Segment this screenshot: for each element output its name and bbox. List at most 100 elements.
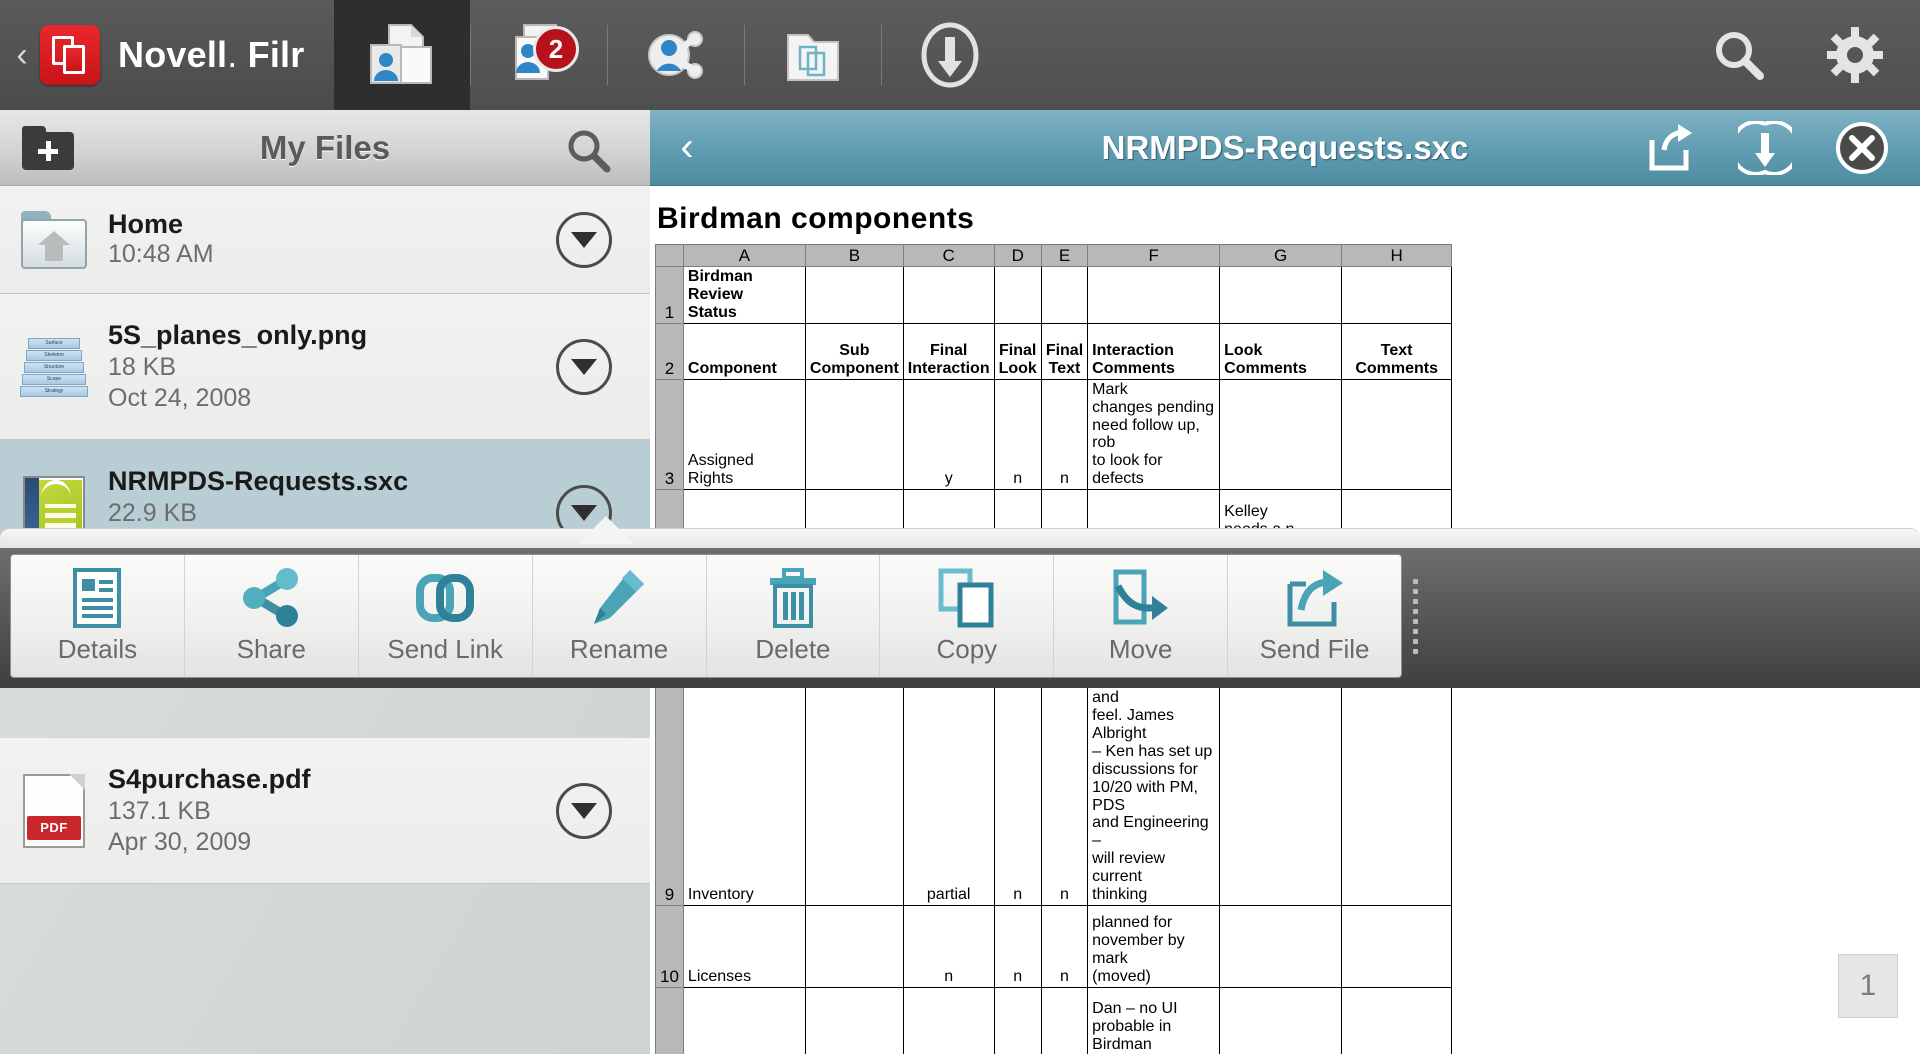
table-cell[interactable] xyxy=(1341,669,1453,906)
table-cell[interactable]: Interaction Comments xyxy=(1087,322,1221,380)
table-cell[interactable] xyxy=(1219,378,1343,491)
download-circle-icon[interactable] xyxy=(1738,120,1792,175)
table-cell[interactable] xyxy=(804,266,904,324)
row-menu-button[interactable] xyxy=(556,782,612,839)
table-cell[interactable]: Final Text xyxy=(1040,322,1089,380)
column-header[interactable]: B xyxy=(804,243,904,268)
delete-action[interactable]: Delete xyxy=(706,555,881,677)
share-action[interactable]: Share xyxy=(184,555,359,677)
table-cell[interactable]: inventory look and feel. James Albright … xyxy=(1087,669,1221,906)
column-header[interactable]: C xyxy=(902,243,995,268)
table-cell[interactable] xyxy=(1341,986,1453,1054)
table-cell[interactable]: n xyxy=(993,986,1042,1054)
table-cell[interactable] xyxy=(902,266,995,324)
move-action[interactable]: Move xyxy=(1054,555,1229,677)
table-cell[interactable]: n xyxy=(993,904,1042,988)
table-cell[interactable]: Assigned Rights xyxy=(682,378,806,491)
tab-shared-by-me[interactable] xyxy=(608,0,744,110)
table-cell[interactable]: Inventory xyxy=(682,669,806,906)
column-header[interactable]: A xyxy=(682,243,806,268)
column-header[interactable]: D xyxy=(993,243,1042,268)
page-number-indicator: 1 xyxy=(1838,954,1898,1018)
send-file-action[interactable]: Send File xyxy=(1228,555,1401,677)
details-action[interactable]: Details xyxy=(11,555,185,677)
png-level: Strategy xyxy=(20,385,88,397)
table-cell[interactable]: Mark changes pending need follow up, rob… xyxy=(1087,378,1221,491)
row-header[interactable]: 10 xyxy=(655,904,684,988)
close-circle-icon[interactable] xyxy=(1834,120,1890,176)
table-cell[interactable]: Final Interaction xyxy=(902,322,995,380)
table-cell[interactable] xyxy=(804,669,904,906)
table-cell[interactable]: n xyxy=(1040,904,1089,988)
rename-action[interactable]: Rename xyxy=(532,555,707,677)
action-bar-grip[interactable] xyxy=(1408,554,1422,678)
table-cell[interactable]: Final Look xyxy=(993,322,1042,380)
viewer-actions xyxy=(1644,120,1890,176)
table-cell[interactable]: n xyxy=(993,378,1042,491)
copy-action[interactable]: Copy xyxy=(880,555,1055,677)
table-cell[interactable]: n xyxy=(993,669,1042,906)
table-cell[interactable]: RCE Mirroring Heirarchy xyxy=(682,986,806,1054)
table-cell[interactable]: Sub Component xyxy=(804,322,904,380)
share-export-icon[interactable] xyxy=(1644,122,1696,174)
table-cell[interactable] xyxy=(804,378,904,491)
table-cell[interactable] xyxy=(1341,378,1453,491)
list-item[interactable]: Surface Skeleton Structure Scope Strateg… xyxy=(0,294,650,440)
table-cell[interactable]: partial xyxy=(902,669,995,906)
table-cell[interactable]: Licenses xyxy=(682,904,806,988)
pencil-icon xyxy=(590,568,648,628)
action-label: Details xyxy=(57,633,138,664)
column-header[interactable]: G xyxy=(1219,243,1343,268)
table-cell[interactable] xyxy=(1219,904,1343,988)
search-icon[interactable] xyxy=(1710,26,1768,84)
action-bar-sheen xyxy=(0,528,1920,550)
column-header[interactable]: E xyxy=(1040,243,1089,268)
list-item[interactable]: Home 10:48 AM xyxy=(0,186,650,294)
column-header[interactable]: F xyxy=(1087,243,1221,268)
tab-shared-with-me[interactable]: 2 xyxy=(471,0,607,110)
tab-net-folders[interactable] xyxy=(745,0,881,110)
table-cell[interactable]: n xyxy=(1040,986,1089,1054)
table-cell[interactable] xyxy=(1219,986,1343,1054)
table-cell[interactable] xyxy=(1219,266,1343,324)
table-cell[interactable]: y xyxy=(902,378,995,491)
pdf-label: PDF xyxy=(40,819,68,835)
table-cell[interactable]: Component xyxy=(682,322,806,380)
table-cell[interactable] xyxy=(993,266,1042,324)
row-menu-button[interactable] xyxy=(556,211,612,268)
column-header[interactable]: H xyxy=(1341,243,1453,268)
table-cell[interactable]: Birdman Review Status xyxy=(682,266,806,324)
table-cell[interactable] xyxy=(804,904,904,988)
send-link-action[interactable]: Send Link xyxy=(358,555,533,677)
row-header[interactable]: 3 xyxy=(655,378,684,491)
table-cell[interactable]: Look Comments xyxy=(1219,322,1343,380)
search-icon[interactable] xyxy=(564,126,612,174)
row-menu-button[interactable] xyxy=(556,338,612,395)
row-header[interactable]: 2 xyxy=(655,322,684,380)
table-cell[interactable] xyxy=(804,986,904,1054)
tab-my-files[interactable] xyxy=(334,0,470,110)
page-title: My Files xyxy=(259,128,391,166)
table-cell[interactable] xyxy=(1219,669,1343,906)
row-header[interactable]: 11 xyxy=(655,986,684,1054)
table-cell[interactable]: planned for november by mark (moved) xyxy=(1087,904,1221,988)
table-cell[interactable] xyxy=(1040,266,1089,324)
brand-area: ‹ Novell. Filr xyxy=(0,0,334,110)
table-cell[interactable]: n xyxy=(902,986,995,1054)
table-cell[interactable]: n xyxy=(1040,378,1089,491)
table-cell[interactable]: n xyxy=(1040,669,1089,906)
header-back-button[interactable]: ‹ xyxy=(8,0,36,110)
table-cell[interactable] xyxy=(1341,266,1453,324)
row-header[interactable]: 9 xyxy=(655,669,684,906)
tab-downloads[interactable] xyxy=(882,0,1018,110)
list-item[interactable]: PDF S4purchase.pdf 137.1 KB Apr 30, 2009 xyxy=(0,738,650,884)
table-cell[interactable] xyxy=(1087,266,1221,324)
table-cell[interactable]: n xyxy=(902,904,995,988)
row-header[interactable]: 1 xyxy=(655,266,684,324)
gear-icon[interactable] xyxy=(1826,26,1884,84)
table-cell[interactable] xyxy=(1341,904,1453,988)
table-cell[interactable]: Dan – no UI probable in Birdman – likely… xyxy=(1087,986,1221,1054)
table-cell[interactable]: Text Comments xyxy=(1341,322,1453,380)
action-label: Send Link xyxy=(387,633,504,664)
file-icon xyxy=(0,210,108,269)
